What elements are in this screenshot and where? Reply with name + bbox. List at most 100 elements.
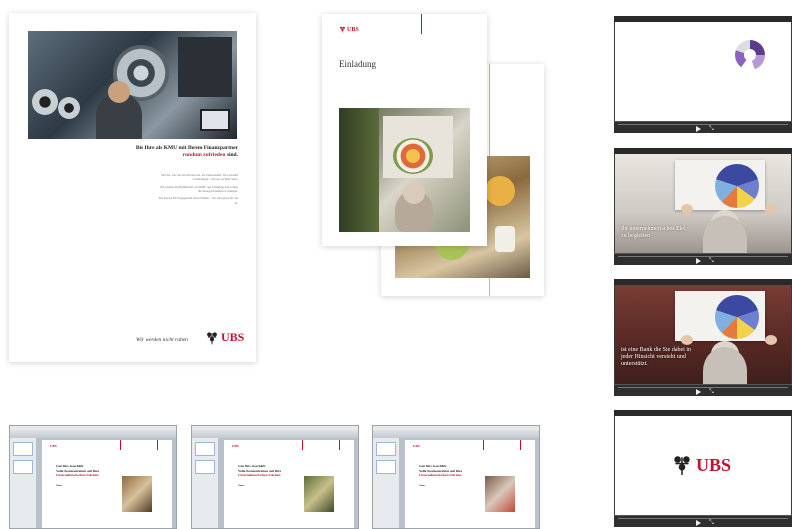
headline-line: Volle Konzentration auf Ihre [419, 468, 463, 473]
page-headline: Gut fürs Geschäft: Volle Konzentration a… [419, 464, 462, 478]
headline-line: sind. [226, 152, 238, 159]
ubs-keys-icon [207, 331, 217, 344]
photo-detail [485, 176, 515, 206]
document-page: UBS Gut fürs Geschäft: Volle Konzentrati… [224, 440, 354, 528]
app-toolbar [373, 430, 539, 438]
page-thumbnail[interactable] [195, 460, 215, 474]
app-toolbar [192, 430, 358, 438]
video-progress-bar[interactable] [618, 256, 788, 257]
photo-monitor [200, 109, 230, 131]
page-headline: Gut fürs Geschäft: Volle Konzentration a… [238, 464, 281, 478]
video-scene-chart [715, 164, 759, 208]
expand-icon[interactable]: ⤡ [709, 520, 714, 526]
page-thumbnail[interactable] [376, 460, 396, 474]
page-logo: UBS [50, 444, 57, 448]
page-name-field: Name [238, 484, 245, 487]
video-controls: ⤡ [614, 253, 792, 265]
page-logo: UBS [413, 444, 420, 448]
video-progress-bar[interactable] [618, 124, 788, 125]
document-page: UBS Gut fürs Geschäft: Volle Konzentrati… [42, 440, 172, 528]
red-rule [421, 14, 422, 34]
video-screen [615, 22, 791, 121]
expand-icon[interactable]: ⤡ [709, 389, 714, 395]
expand-icon[interactable]: ⤡ [709, 126, 714, 132]
red-rule [520, 440, 521, 450]
photo-panel [178, 37, 232, 97]
page-thumbnail[interactable] [13, 442, 33, 456]
headline-line: Gut fürs Geschäft: [238, 464, 266, 468]
document-screenshot: UBS Gut fürs Geschäft: Volle Konzentrati… [9, 425, 177, 529]
video-progress-bar[interactable] [618, 387, 788, 388]
video-caption: Ihr unternehmerisches Ziel zu begleiten [621, 226, 686, 239]
document-screenshot: UBS Gut fürs Geschäft: Volle Konzentrati… [191, 425, 359, 529]
red-rule [302, 440, 303, 450]
photo-person-head [403, 182, 425, 204]
page-name-field: Name [419, 484, 426, 487]
page-thumbnail[interactable] [13, 460, 33, 474]
headline-line: Gut fürs Geschäft: [419, 464, 447, 468]
logo-wordmark: UBS [696, 454, 732, 475]
video-scene-chart [715, 295, 759, 339]
video-frame-desk-caption[interactable]: ist eine Bank die Sie dabei in jeder Hin… [614, 279, 792, 396]
headline-accent: rundum zufrieden [182, 152, 226, 159]
expand-icon[interactable]: ⤡ [709, 258, 714, 264]
page-thumbnails-sidebar [192, 438, 218, 528]
video-progress-bar[interactable] [618, 518, 788, 519]
red-rule [120, 440, 121, 450]
invitation-cover: UBS Einladung [322, 14, 487, 246]
body-paragraph: Für uns hat Ihr Engagement einen Namen –… [158, 196, 238, 205]
video-frame-loading[interactable]: ⤡ [614, 16, 792, 133]
invitation-title: Einladung [339, 59, 376, 69]
video-ubs-logo: UBS [671, 454, 731, 476]
loading-spinner-icon [735, 40, 765, 70]
play-icon[interactable] [696, 258, 701, 264]
headline-accent: Unternehmerischen Stärken. [419, 473, 463, 478]
video-screen: UBS [615, 416, 791, 515]
photo-detail [495, 226, 515, 252]
page-thumbnails-sidebar [373, 438, 399, 528]
red-rule [157, 440, 158, 450]
video-scene-hand [681, 204, 693, 214]
video-screen: ist eine Bank die Sie dabei in jeder Hin… [615, 285, 791, 384]
video-controls: ⤡ [614, 515, 792, 527]
body-paragraph: Tun Sie, was Sie am liebsten tun, als Un… [160, 173, 238, 182]
headline-line: Volle Konzentration auf Ihre [238, 468, 282, 473]
page-photo [304, 476, 334, 512]
page-thumbnail[interactable] [195, 442, 215, 456]
page-thumbnail[interactable] [376, 442, 396, 456]
headline-line: Gut fürs Geschäft: [56, 464, 84, 468]
video-scene-hand [765, 335, 777, 345]
red-rule [339, 440, 340, 450]
play-icon[interactable] [696, 389, 701, 395]
page-logo: UBS [232, 444, 239, 448]
page-photo [485, 476, 515, 512]
video-controls: ⤡ [614, 121, 792, 133]
headline-line: Volle Konzentration auf Ihre [56, 468, 100, 473]
body-paragraph: Wir kennen die Bedürfnisse von KMU aus E… [159, 184, 238, 194]
photo-foliage [339, 108, 379, 232]
document-page: UBS Gut fürs Geschäft: Volle Konzentrati… [405, 440, 535, 528]
page-thumbnails-sidebar [10, 438, 36, 528]
play-icon[interactable] [696, 126, 701, 132]
video-frame-logo[interactable]: UBS ⤡ [614, 410, 792, 527]
video-screen: Ihr unternehmerisches Ziel zu begleiten [615, 154, 791, 253]
poster-sheet: Bis Ihre als KMU mit Ihrem Finanzpartner… [9, 13, 256, 362]
ubs-keys-icon [340, 26, 345, 33]
photo-person-head [108, 81, 130, 103]
invitation-ubs-logo: UBS [339, 26, 359, 33]
headline-line: Bis Ihre als KMU mit Ihrem Finanzpartner [135, 145, 238, 151]
play-icon[interactable] [696, 520, 701, 526]
poster-photo-machine-worker [28, 31, 237, 139]
page-headline: Gut fürs Geschäft: Volle Konzentration a… [56, 464, 99, 478]
logo-wordmark: UBS [347, 26, 359, 33]
photo-part [32, 89, 58, 115]
poster-headline: Bis Ihre als KMU mit Ihrem Finanzpartner… [68, 145, 238, 160]
poster-body-copy: Tun Sie, was Sie am liebsten tun, als Un… [158, 173, 238, 208]
video-scene-hand [765, 204, 777, 214]
photo-bouquet [393, 138, 433, 174]
logo-wordmark: UBS [221, 330, 245, 344]
poster-ubs-logo: UBS [205, 330, 244, 345]
page-photo [122, 476, 152, 512]
video-scene-hand [681, 335, 693, 345]
video-frame-desk[interactable]: Ihr unternehmerisches Ziel zu begleiten … [614, 148, 792, 265]
